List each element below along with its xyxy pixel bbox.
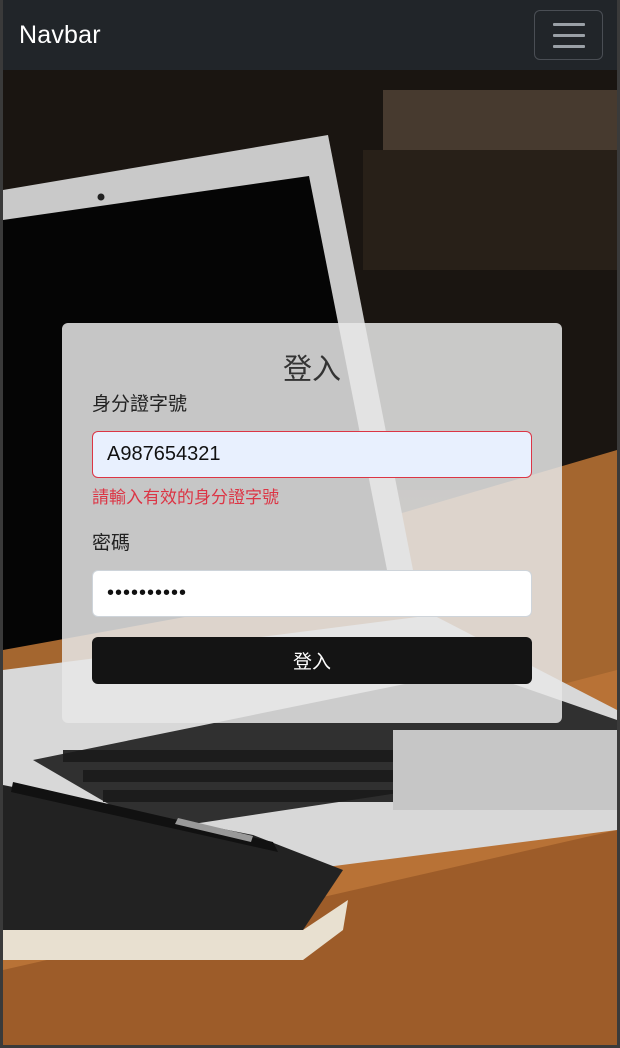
navbar: Navbar [0,0,620,70]
id-error-message: 請輸入有效的身分證字號 [92,488,279,508]
id-label: 身分證字號 [92,393,188,415]
navbar-toggler-button[interactable] [534,10,603,60]
hamburger-icon-bar [552,44,585,48]
password-label: 密碼 [92,532,131,554]
login-title: 登入 [282,352,341,386]
hamburger-icon [552,22,585,26]
login-card: 登入 身分證字號 請輸入有效的身分證字號 密碼 登入 [62,323,562,723]
password-input[interactable] [92,570,532,617]
hamburger-icon-bar [552,33,585,37]
id-number-input[interactable] [92,431,532,478]
login-button[interactable]: 登入 [92,637,532,684]
navbar-brand[interactable]: Navbar [19,21,101,50]
